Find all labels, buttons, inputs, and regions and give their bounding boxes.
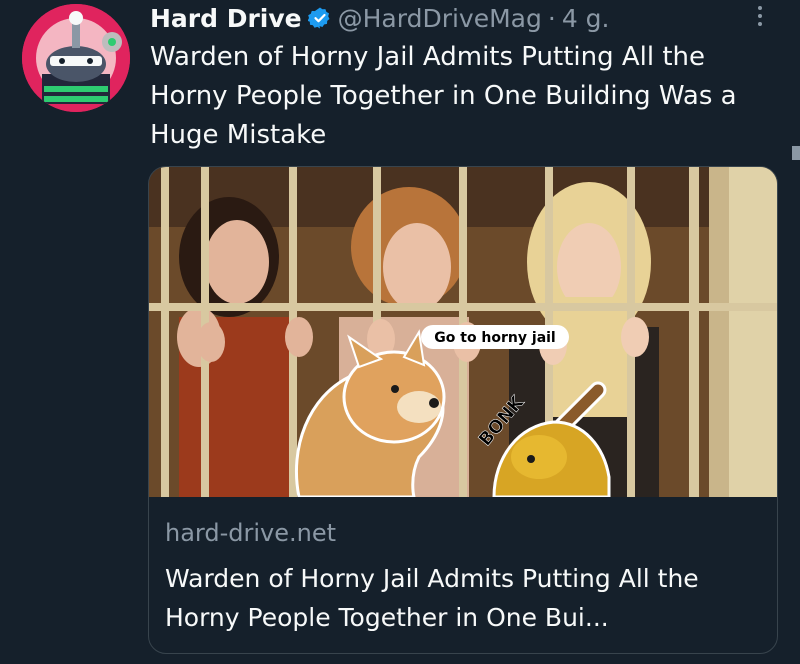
meme-caption: Go to horny jail xyxy=(434,330,555,346)
card-domain[interactable]: hard-drive.net xyxy=(165,519,336,547)
author-name[interactable]: Hard Drive xyxy=(150,4,302,33)
scrollbar-thumb[interactable] xyxy=(792,146,800,160)
separator-dot: · xyxy=(547,3,556,33)
more-options-icon[interactable] xyxy=(748,0,772,32)
tweet[interactable]: Hard Drive @HardDriveMag · 4 g. Warden o… xyxy=(0,0,800,664)
author-avatar[interactable] xyxy=(22,4,130,112)
card-image[interactable]: Go to horny jail BONK xyxy=(149,167,777,497)
author-handle[interactable]: @HardDriveMag xyxy=(338,4,542,33)
verified-badge-icon xyxy=(307,7,330,29)
tweet-header: Hard Drive @HardDriveMag · 4 g. xyxy=(150,0,610,36)
link-card[interactable]: Go to horny jail BONK hard-drive.net War… xyxy=(148,166,778,654)
tweet-timestamp[interactable]: 4 g. xyxy=(562,4,610,33)
card-title[interactable]: Warden of Horny Jail Admits Putting All … xyxy=(165,559,765,637)
tweet-text: Warden of Horny Jail Admits Putting All … xyxy=(150,42,737,150)
